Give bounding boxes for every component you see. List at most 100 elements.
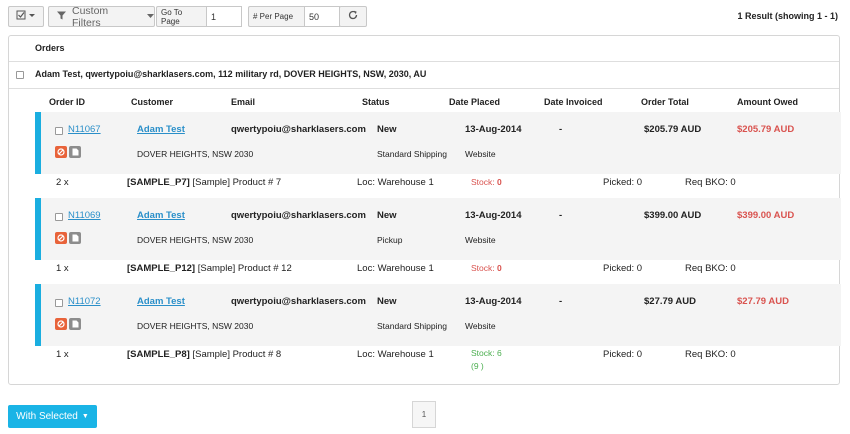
line-product-name: [Sample] Product # 7 (189, 177, 282, 188)
per-page-input[interactable]: 50 (304, 6, 340, 27)
order-total: $27.79 AUD (644, 296, 696, 307)
line-item: 1 x [SAMPLE_P12] [Sample] Product # 12 L… (35, 256, 841, 282)
custom-filters-label: Custom Filters (72, 4, 109, 29)
divider (9, 61, 839, 62)
column-header-amount-owed: Amount Owed (737, 97, 798, 107)
order-address: DOVER HEIGHTS, NSW 2030 (137, 235, 254, 245)
custom-filters-button[interactable]: Custom Filters (48, 4, 155, 29)
order-amount-owed: $399.00 AUD (737, 210, 795, 221)
order-row: N11067 Adam Test qwertypoiu@sharklasers.… (35, 112, 841, 174)
order-id-link[interactable]: N11069 (68, 210, 101, 221)
column-header-order-total: Order Total (641, 97, 689, 107)
line-product: [SAMPLE_P12] [Sample] Product # 12 (127, 263, 292, 274)
order-date-placed: 13-Aug-2014 (465, 296, 522, 307)
order-address: DOVER HEIGHTS, NSW 2030 (137, 149, 254, 159)
order-shipping: Standard Shipping (377, 321, 447, 331)
order-status: New (377, 124, 397, 135)
order-total: $399.00 AUD (644, 210, 702, 221)
orders-panel: Orders Adam Test, qwertypoiu@sharklasers… (8, 35, 841, 385)
line-qty: 1 x (56, 263, 69, 274)
customer-link[interactable]: Adam Test (137, 124, 185, 135)
refresh-button[interactable] (339, 6, 367, 27)
cancel-icon[interactable] (55, 146, 67, 158)
go-to-page-input[interactable]: 1 (206, 6, 242, 27)
order-row: N11069 Adam Test qwertypoiu@sharklasers.… (35, 198, 841, 260)
order-checkbox[interactable] (55, 213, 63, 221)
with-selected-button[interactable]: With Selected ▼ (8, 405, 97, 428)
line-item: 2 x [SAMPLE_P7] [Sample] Product # 7 Loc… (35, 170, 841, 196)
stock-label: Stock: (471, 263, 497, 273)
line-stock: Stock: 0 (471, 177, 502, 187)
order-source: Website (465, 149, 496, 159)
order-checkbox[interactable] (55, 299, 63, 307)
pagination-page[interactable]: 1 (412, 401, 436, 428)
order-date-invoiced: - (559, 124, 563, 135)
line-location: Loc: Warehouse 1 (357, 177, 434, 188)
stock-extra: (9 ) (471, 361, 484, 371)
stock-label: Stock: (471, 348, 497, 358)
order-actions (55, 318, 81, 330)
line-qty: 1 x (56, 349, 69, 360)
filter-icon (57, 11, 66, 23)
order-status: New (377, 296, 397, 307)
order-shipping: Pickup (377, 235, 403, 245)
stock-value: 0 (496, 177, 502, 187)
order-amount-owed: $205.79 AUD (737, 124, 795, 135)
document-icon[interactable] (69, 318, 81, 330)
order-actions (55, 232, 81, 244)
line-stock: Stock: 0 (471, 263, 502, 273)
order-accent-bar (35, 198, 41, 260)
caret-down-icon (147, 11, 154, 22)
order-date-placed: 13-Aug-2014 (465, 210, 522, 221)
result-count: 1 Result (showing 1 - 1) (737, 11, 838, 21)
refresh-icon (348, 10, 358, 23)
select-dropdown-button[interactable] (8, 6, 44, 27)
line-location: Loc: Warehouse 1 (357, 263, 434, 274)
order-checkbox[interactable] (55, 127, 63, 135)
document-icon[interactable] (69, 232, 81, 244)
stock-label: Stock: (471, 177, 497, 187)
go-to-page-label: Go To Page (156, 6, 206, 27)
order-shipping: Standard Shipping (377, 149, 447, 159)
order-id-link[interactable]: N11067 (68, 124, 101, 135)
checkbox-dropdown-icon (16, 10, 36, 23)
customer-link[interactable]: Adam Test (137, 210, 185, 221)
go-to-page-group: Go To Page 1 (156, 6, 242, 27)
line-picked: Picked: 0 (603, 263, 643, 274)
line-location: Loc: Warehouse 1 (357, 349, 434, 360)
line-product-name: [Sample] Product # 8 (189, 349, 282, 360)
line-item: 1 x [SAMPLE_P8] [Sample] Product # 8 Loc… (35, 342, 841, 378)
cancel-icon[interactable] (55, 318, 67, 330)
order-total: $205.79 AUD (644, 124, 702, 135)
per-page-label: # Per Page (248, 6, 304, 27)
order-date-placed: 13-Aug-2014 (465, 124, 522, 135)
order-id-link[interactable]: N11072 (68, 296, 101, 307)
customer-link[interactable]: Adam Test (137, 296, 185, 307)
line-product-name: [Sample] Product # 12 (195, 263, 292, 274)
order-date-invoiced: - (559, 296, 563, 307)
order-date-invoiced: - (559, 210, 563, 221)
line-sku: [SAMPLE_P8] (127, 349, 190, 360)
order-status: New (377, 210, 397, 221)
column-header-date-invoiced: Date Invoiced (544, 97, 603, 107)
cancel-icon[interactable] (55, 232, 67, 244)
column-header-customer: Customer (131, 97, 174, 107)
customer-checkbox[interactable] (16, 71, 24, 79)
line-sku: [SAMPLE_P12] (127, 263, 196, 274)
order-email: qwertypoiu@sharklasers.com (231, 124, 366, 135)
with-selected-label: With Selected (16, 411, 78, 422)
order-accent-bar (35, 112, 41, 174)
order-source: Website (465, 321, 496, 331)
line-bko: Req BKO: 0 (685, 263, 736, 274)
toolbar: Custom Filters Go To Page 1 # Per Page 5… (8, 4, 842, 29)
order-accent-bar (35, 284, 41, 346)
line-product: [SAMPLE_P8] [Sample] Product # 8 (127, 349, 281, 360)
line-picked: Picked: 0 (603, 349, 643, 360)
caret-down-icon: ▼ (81, 413, 89, 420)
document-icon[interactable] (69, 146, 81, 158)
stock-value: 6 (496, 348, 502, 358)
customer-line: Adam Test, qwertypoiu@sharklasers.com, 1… (35, 69, 427, 79)
line-qty: 2 x (56, 177, 69, 188)
order-source: Website (465, 235, 496, 245)
column-header-email: Email (231, 97, 256, 107)
